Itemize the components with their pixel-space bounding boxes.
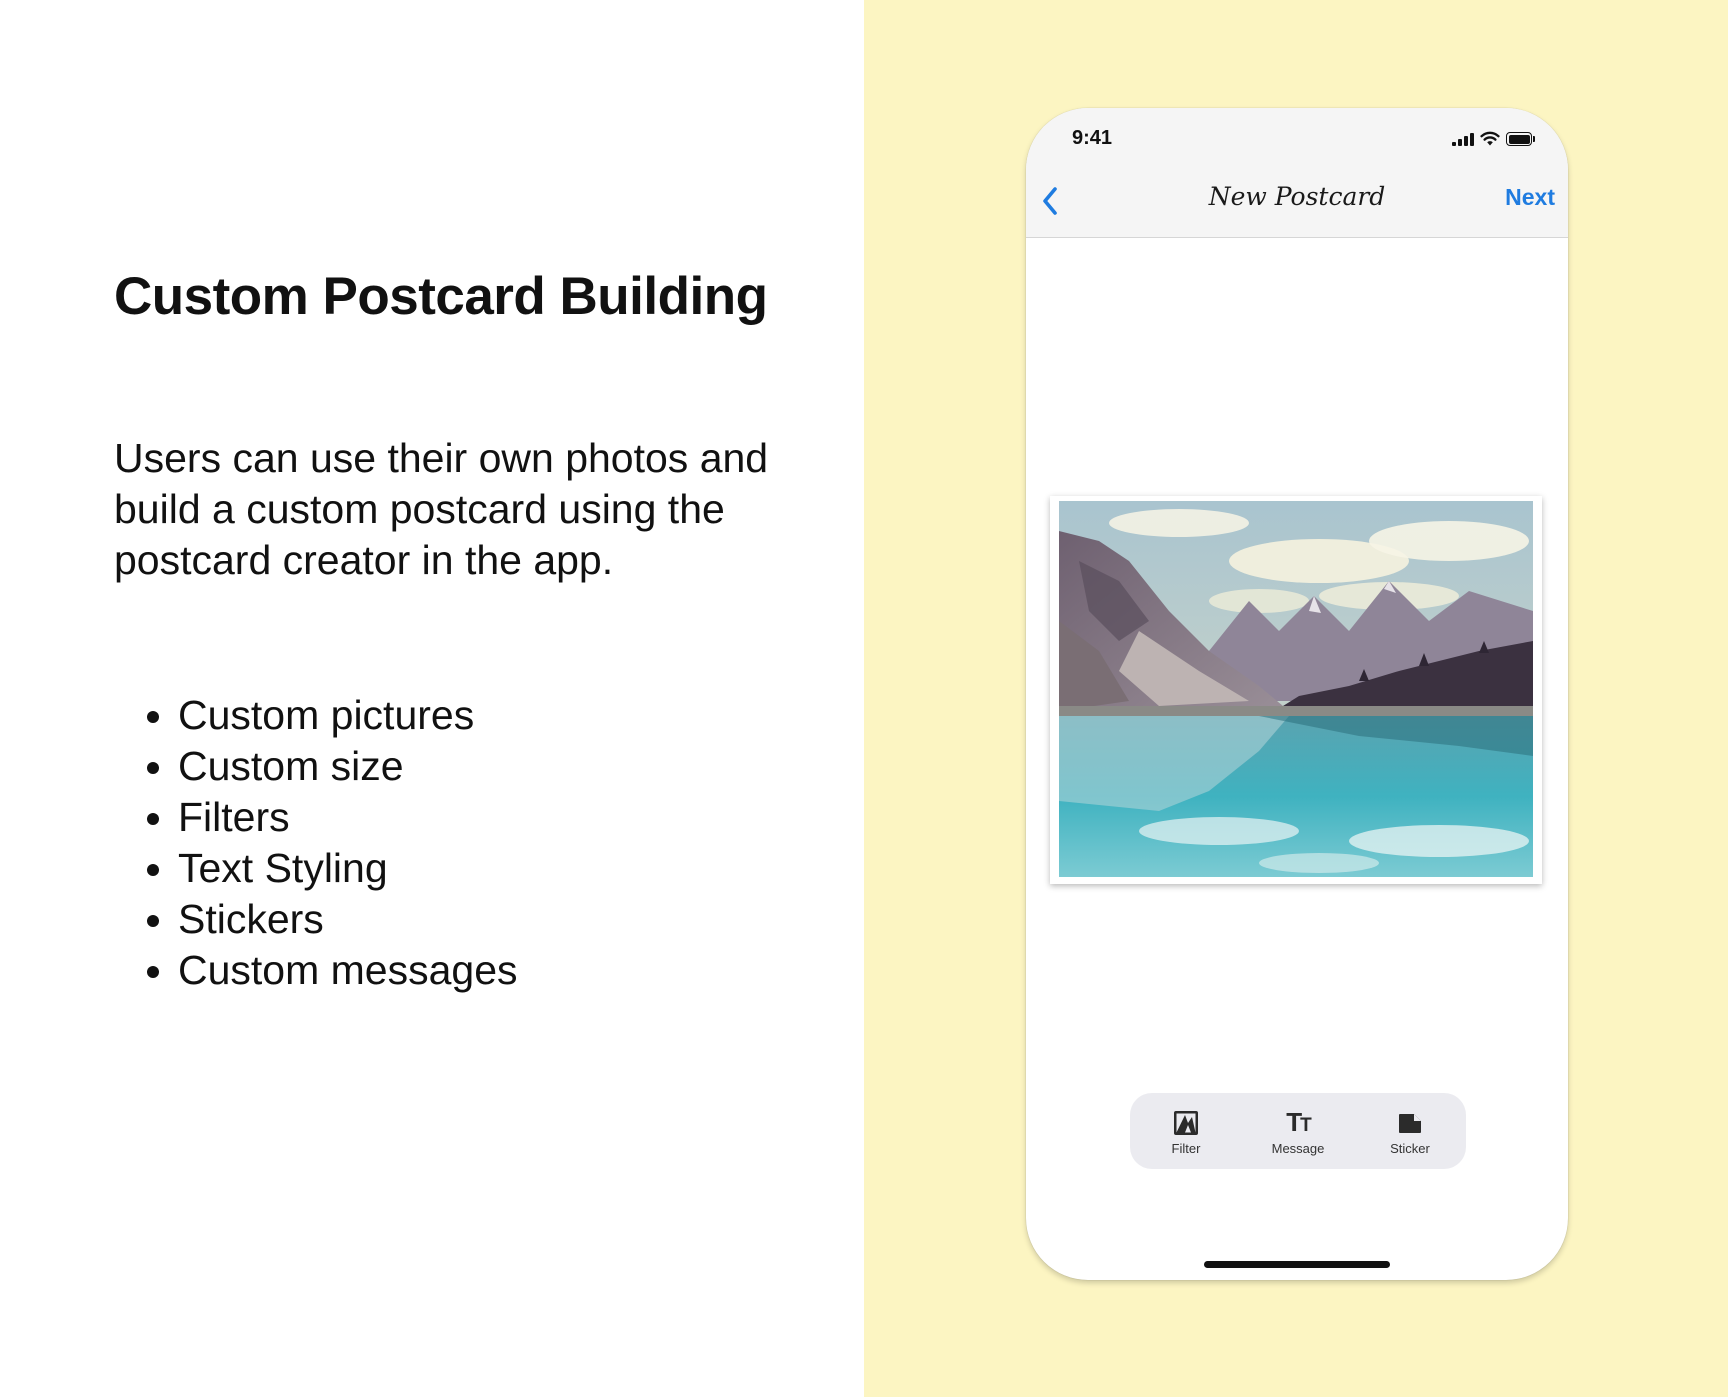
message-tool-button[interactable]: TT Message [1242,1093,1354,1169]
sticker-tool-button[interactable]: Sticker [1354,1093,1466,1169]
next-button[interactable]: Next [1505,184,1555,211]
feature-item: Filters [178,792,518,843]
phone-mockup: 9:41 New Postcard Next Filter TT Message… [1026,108,1568,1280]
filter-icon [1174,1111,1198,1135]
message-tool-label: Message [1271,1141,1325,1156]
screen-title: New Postcard [1208,182,1386,211]
filter-tool-label: Filter [1171,1141,1201,1156]
description-panel: Custom Postcard Building Users can use t… [0,0,864,1397]
battery-icon [1506,132,1536,146]
phone-showcase: 9:41 New Postcard Next Filter TT Message… [864,0,1728,1397]
status-icons [1452,130,1536,146]
feature-item: Custom pictures [178,690,518,741]
status-time: 9:41 [1072,127,1113,149]
page-description: Users can use their own photos and build… [114,435,769,583]
page-title: Custom Postcard Building [114,267,768,326]
sticker-tool-label: Sticker [1390,1141,1430,1156]
cellular-signal-icon [1452,132,1474,146]
feature-list: Custom pictures Custom size Filters Text… [114,690,518,996]
sticker-icon [1399,1114,1421,1133]
mountain-lake-photo [1059,501,1533,877]
navigation-bar: New Postcard Next [1026,160,1568,238]
text-style-icon: TT [1286,1107,1311,1137]
feature-item: Custom size [178,741,518,792]
postcard-preview[interactable] [1050,496,1542,884]
feature-item: Text Styling [178,843,518,894]
feature-item: Custom messages [178,945,518,996]
editor-toolbar: Filter TT Message Sticker [1130,1093,1466,1169]
filter-tool-button[interactable]: Filter [1130,1093,1242,1169]
wifi-icon [1480,131,1500,146]
home-indicator [1204,1261,1390,1268]
feature-item: Stickers [178,894,518,945]
status-bar: 9:41 [1026,108,1568,160]
